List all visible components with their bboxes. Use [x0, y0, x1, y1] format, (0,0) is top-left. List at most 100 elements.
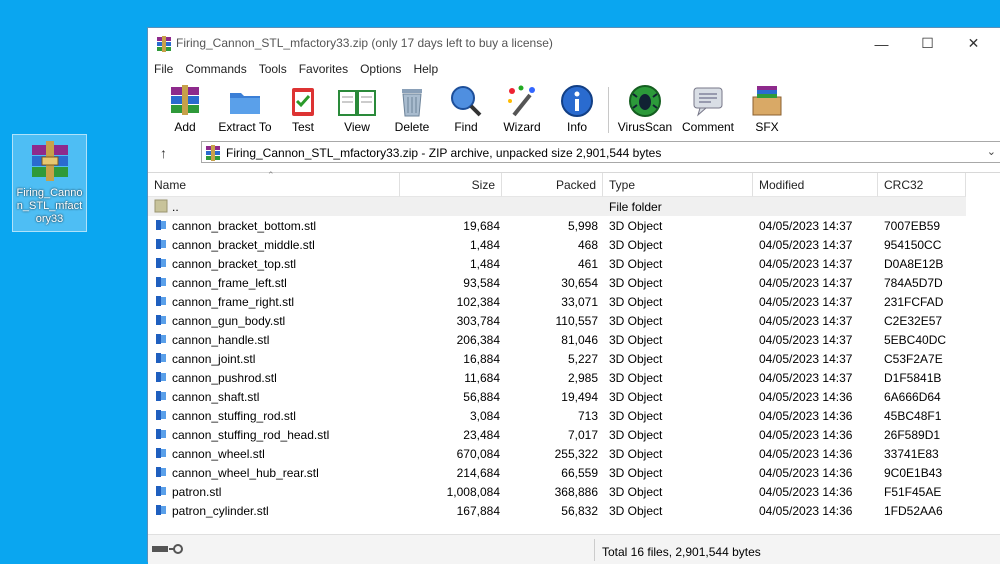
file-size: 1,008,084 — [446, 485, 500, 499]
menu-options[interactable]: Options — [360, 62, 407, 76]
extract-to-label: Extract To — [218, 120, 272, 134]
table-row[interactable]: cannon_joint.stl 16,884 5,227 3D Object 04/0… — [148, 349, 966, 368]
test-label: Test — [291, 120, 314, 134]
table-row[interactable]: cannon_bracket_top.stl 1,484 461 3D Object 0… — [148, 254, 966, 273]
column-modified[interactable]: Modified — [753, 173, 878, 197]
file-modified: 04/05/2023 14:37 — [759, 257, 853, 271]
file-type: 3D Object — [609, 428, 663, 442]
file-size: 93,584 — [463, 276, 500, 290]
stl-file-icon — [156, 315, 166, 325]
menu-favorites[interactable]: Favorites — [299, 62, 354, 76]
table-row[interactable]: cannon_gun_body.stl 303,784 110,557 3D Obje… — [148, 311, 966, 330]
add-label: Add — [174, 120, 196, 134]
table-row[interactable]: cannon_bracket_bottom.stl 19,684 5,998 3D O… — [148, 216, 966, 235]
file-size: 167,884 — [456, 504, 500, 518]
maximize-button[interactable]: ☐ — [905, 28, 950, 59]
file-packed: 56,832 — [561, 504, 598, 518]
menu-help[interactable]: Help — [413, 62, 444, 76]
menu-commands[interactable]: Commands — [185, 62, 252, 76]
column-crc32[interactable]: CRC32 — [878, 173, 966, 197]
status-separator — [594, 539, 595, 561]
file-type: 3D Object — [609, 238, 663, 252]
file-modified: 04/05/2023 14:36 — [759, 409, 853, 423]
file-packed: 66,559 — [561, 466, 598, 480]
table-row[interactable]: cannon_frame_right.stl 102,384 33,071 3D Ob… — [148, 292, 966, 311]
file-modified: 04/05/2023 14:36 — [759, 466, 853, 480]
table-row[interactable]: cannon_pushrod.stl 11,684 2,985 3D Object 04… — [148, 368, 966, 387]
file-type: 3D Object — [609, 219, 663, 233]
table-row[interactable]: cannon_shaft.stl 56,884 19,494 3D Object 04/… — [148, 387, 966, 406]
delete-button[interactable]: Delete — [386, 83, 438, 134]
file-crc32: 33741E83 — [884, 447, 939, 461]
comment-bubble-icon — [693, 87, 723, 117]
info-label: Info — [566, 120, 587, 134]
comment-button[interactable]: Comment — [680, 83, 736, 134]
add-button[interactable]: Add — [159, 83, 211, 134]
toolbar: Add Extract To Test View Delete Find Wiz… — [148, 79, 1000, 137]
sfx-label: SFX — [755, 120, 779, 134]
table-row[interactable]: patron_cylinder.stl 167,884 56,832 3D Objec… — [148, 501, 966, 520]
find-label: Find — [454, 120, 478, 134]
menu-file[interactable]: File — [154, 62, 179, 76]
file-size: 3,084 — [469, 409, 500, 423]
desktop-icon-label: Firing_Cannon_STL_mfactory33 — [16, 187, 83, 225]
file-type: 3D Object — [609, 276, 663, 290]
file-name: patron.stl — [172, 485, 222, 499]
sfx-button[interactable]: SFX — [741, 83, 793, 134]
delete-label: Delete — [394, 120, 430, 134]
view-label: View — [344, 120, 370, 134]
menu-tools[interactable]: Tools — [259, 62, 293, 76]
file-name: cannon_wheel_hub_rear.stl — [172, 466, 319, 480]
table-row[interactable]: cannon_wheel_hub_rear.stl 214,684 66,559 3D… — [148, 463, 966, 482]
address-dropdown-icon[interactable]: ⌄ — [987, 145, 996, 158]
column-name[interactable]: Name ⌃ — [148, 170, 400, 197]
table-row[interactable]: cannon_wheel.stl 670,084 255,322 3D Object 0… — [148, 444, 966, 463]
stl-file-icon — [156, 372, 166, 382]
column-type[interactable]: Type — [603, 173, 753, 197]
wizard-button[interactable]: Wizard — [496, 83, 548, 134]
extract-to-button[interactable]: Extract To — [218, 83, 272, 134]
file-size: 303,784 — [456, 314, 500, 328]
info-button[interactable]: Info — [551, 83, 603, 134]
table-row[interactable]: cannon_handle.stl 206,384 81,046 3D Object 0… — [148, 330, 966, 349]
file-name: cannon_pushrod.stl — [172, 371, 277, 385]
file-crc32: C2E32E57 — [884, 314, 943, 328]
table-row[interactable]: cannon_stuffing_rod.stl 3,084 713 3D Object… — [148, 406, 966, 425]
file-packed: 33,071 — [561, 295, 598, 309]
table-row[interactable]: cannon_frame_left.stl 93,584 30,654 3D Obje… — [148, 273, 966, 292]
find-button[interactable]: Find — [440, 83, 492, 134]
magic-wand-icon — [508, 85, 535, 117]
file-size: 214,684 — [456, 466, 500, 480]
stl-file-icon — [156, 505, 166, 515]
file-size: 19,684 — [463, 219, 500, 233]
file-name: cannon_stuffing_rod.stl — [172, 409, 296, 423]
file-size: 23,484 — [463, 428, 500, 442]
info-icon — [561, 85, 593, 117]
file-modified: 04/05/2023 14:36 — [759, 504, 853, 518]
up-folder-button[interactable]: ↑ — [160, 145, 167, 161]
table-row-parent-folder[interactable]: .. File folder — [148, 197, 966, 216]
minimize-button[interactable]: — — [859, 28, 904, 59]
desktop-archive-icon[interactable]: Firing_Cannon_STL_mfactory33 — [12, 134, 87, 232]
file-type: 3D Object — [609, 371, 663, 385]
file-crc32: 1FD52AA6 — [884, 504, 943, 518]
virusscan-button[interactable]: VirusScan — [617, 83, 673, 134]
address-bar[interactable]: Firing_Cannon_STL_mfactory33.zip - ZIP a… — [201, 141, 1000, 163]
column-size[interactable]: Size — [400, 173, 502, 197]
table-row[interactable]: cannon_bracket_middle.stl 1,484 468 3D Obje… — [148, 235, 966, 254]
file-list[interactable]: Name ⌃ Size Packed Type Modified CRC32 .… — [148, 170, 1000, 531]
winrar-window: Firing_Cannon_STL_mfactory33.zip (only 1… — [147, 27, 1000, 564]
close-button[interactable]: ✕ — [951, 28, 996, 59]
table-row[interactable]: cannon_stuffing_rod_head.stl 23,484 7,017 3… — [148, 425, 966, 444]
file-packed: 110,557 — [555, 314, 599, 328]
file-modified: 04/05/2023 14:37 — [759, 238, 853, 252]
file-type: 3D Object — [609, 257, 663, 271]
column-packed[interactable]: Packed — [502, 173, 603, 197]
test-button[interactable]: Test — [277, 83, 329, 134]
title-bar[interactable]: Firing_Cannon_STL_mfactory33.zip (only 1… — [148, 28, 1000, 59]
trash-icon — [402, 89, 422, 117]
comment-label: Comment — [681, 120, 734, 134]
table-row[interactable]: patron.stl 1,008,084 368,886 3D Object 04/05… — [148, 482, 966, 501]
stl-file-icon — [156, 239, 166, 249]
view-button[interactable]: View — [331, 83, 383, 134]
